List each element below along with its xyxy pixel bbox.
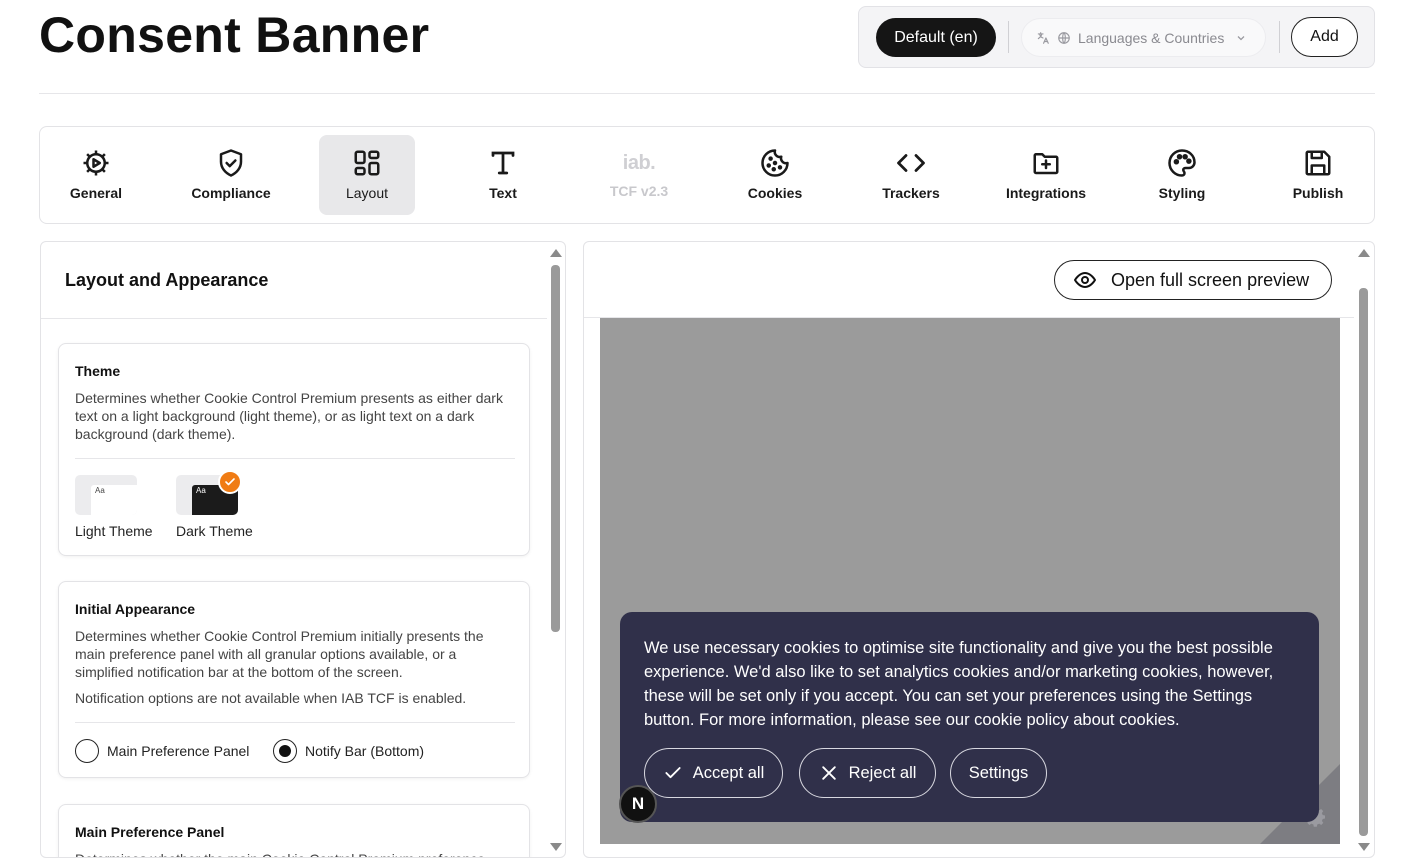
left-scrollbar[interactable] [550, 246, 562, 854]
tab-tcf[interactable]: iab. TCF v2.3 [591, 135, 687, 215]
palette-icon [1167, 147, 1197, 179]
tab-layout[interactable]: Layout [319, 135, 415, 215]
accept-all-button[interactable]: Accept all [644, 748, 783, 798]
scrollbar-thumb[interactable] [551, 265, 560, 632]
save-icon [1303, 147, 1333, 179]
chevron-down-icon [1237, 35, 1245, 40]
light-theme-option[interactable]: Aa [75, 475, 137, 515]
notify-bar-label: Notify Bar (Bottom) [305, 743, 425, 759]
language-toolbar: Default (en) Languages & Countries Add [858, 6, 1375, 68]
initial-appearance-card: Initial Appearance Determines whether Co… [58, 581, 530, 778]
scroll-up-arrow-icon[interactable] [1358, 249, 1370, 257]
scroll-down-arrow-icon[interactable] [550, 843, 562, 851]
card-divider [75, 458, 515, 459]
check-icon [665, 767, 681, 779]
tab-label: Trackers [882, 185, 940, 201]
tab-publish[interactable]: Publish [1270, 135, 1366, 215]
tab-integrations[interactable]: Integrations [998, 135, 1094, 215]
accept-all-label: Accept all [692, 763, 765, 782]
languages-select-placeholder: Languages & Countries [1078, 29, 1225, 46]
add-language-button[interactable]: Add [1291, 17, 1358, 57]
iab-logo-icon: iab. [622, 151, 656, 174]
tab-label: Cookies [747, 185, 803, 201]
consent-banner-text: We use necessary cookies to optimise sit… [644, 639, 1274, 729]
initial-appearance-title: Initial Appearance [75, 601, 196, 617]
toolbar-divider [1008, 21, 1009, 53]
page-title: Consent Banner [39, 7, 430, 63]
initial-appearance-description: Determines whether Cookie Control Premiu… [75, 628, 484, 680]
tab-text[interactable]: Text [455, 135, 551, 215]
tab-label: Text [489, 185, 517, 201]
scroll-up-arrow-icon[interactable] [550, 249, 562, 257]
tab-label: TCF v2.3 [609, 183, 669, 199]
close-icon [821, 766, 836, 780]
tab-cookies[interactable]: Cookies [727, 135, 823, 215]
card-divider [75, 722, 515, 723]
main-preference-panel-card: Main Preference Panel Determines whether… [58, 804, 530, 857]
tab-label: Styling [1158, 185, 1206, 201]
languages-select[interactable]: Languages & Countries [1021, 18, 1266, 57]
tab-label: General [69, 185, 123, 201]
scrollbar-thumb[interactable] [1359, 288, 1368, 836]
section-tabs: General Compliance Layout Text iab. TCF … [39, 126, 1375, 224]
open-full-screen-preview-label: Open full screen preview [1111, 269, 1310, 290]
tab-general[interactable]: General [48, 135, 144, 215]
language-default-button[interactable]: Default (en) [876, 18, 996, 57]
dev-tools-badge[interactable]: N [619, 785, 657, 823]
tab-label: Compliance [191, 185, 271, 201]
consent-banner: We use necessary cookies to optimise sit… [620, 612, 1319, 822]
tab-label: Publish [1292, 185, 1344, 201]
globe-icon [1058, 31, 1070, 44]
notify-bar-radio[interactable] [273, 739, 297, 763]
main-preference-panel-label: Main Preference Panel [107, 743, 250, 759]
tab-label: Layout [345, 185, 389, 201]
panel-divider [41, 318, 547, 319]
header-divider [39, 93, 1375, 94]
eye-icon [1074, 272, 1096, 288]
settings-label: Settings [968, 763, 1029, 782]
translate-icon [1037, 31, 1049, 44]
tab-styling[interactable]: Styling [1134, 135, 1230, 215]
theme-card: Theme Determines whether Cookie Control … [58, 343, 530, 556]
panel-title: Layout and Appearance [65, 270, 269, 290]
folder-plus-icon [1031, 147, 1061, 179]
reject-all-button[interactable]: Reject all [799, 748, 936, 798]
toolbar-divider [1279, 21, 1280, 53]
open-full-screen-preview-button[interactable]: Open full screen preview [1054, 260, 1332, 300]
theme-description: Determines whether Cookie Control Premiu… [75, 390, 503, 442]
right-scrollbar[interactable] [1358, 246, 1370, 854]
settings-button[interactable]: Settings [950, 748, 1047, 798]
layout-grid-icon [352, 147, 382, 179]
tab-compliance[interactable]: Compliance [183, 135, 279, 215]
tab-trackers[interactable]: Trackers [863, 135, 959, 215]
code-icon [895, 147, 927, 179]
main-preference-panel-title: Main Preference Panel [75, 824, 225, 840]
gear-icon [81, 147, 111, 179]
theme-title: Theme [75, 363, 121, 379]
selected-check-icon [218, 470, 242, 494]
initial-appearance-note: Notification options are not available w… [75, 690, 467, 706]
light-theme-label: Light Theme [75, 523, 153, 539]
shield-check-icon [216, 147, 246, 179]
tab-label: Integrations [1005, 185, 1087, 201]
layout-settings-panel: Layout and Appearance Theme Determines w… [40, 241, 566, 858]
scroll-down-arrow-icon[interactable] [1358, 843, 1370, 851]
main-preference-panel-description: Determines whether the main Cookie Contr… [75, 850, 515, 857]
dark-theme-label: Dark Theme [176, 523, 253, 539]
reject-all-label: Reject all [848, 763, 917, 782]
main-preference-panel-radio[interactable] [75, 739, 99, 763]
cookie-icon [760, 147, 790, 179]
text-icon [488, 147, 518, 179]
